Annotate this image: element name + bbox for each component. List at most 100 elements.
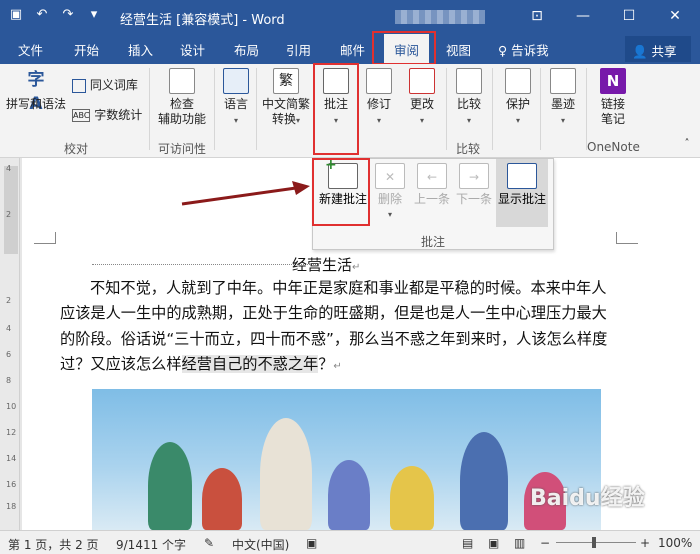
thesaurus-button[interactable]: 同义词库 [72, 78, 144, 93]
chevron-down-icon: ▾ [233, 116, 238, 125]
close-button[interactable]: ✕ [652, 0, 698, 34]
protect-label: 保护 [505, 97, 530, 111]
ribbon-tabs: 文件 开始 插入 设计 布局 引用 邮件 审阅 视图 ♀ 告诉我 [0, 34, 700, 64]
save-icon[interactable]: ▣ [8, 7, 24, 23]
word-count[interactable]: 9/1411 个字 [116, 536, 186, 553]
group-compare-label: 比较 [456, 142, 481, 156]
chevron-down-icon: ▾ [387, 210, 392, 219]
chevron-down-icon: ▾ [515, 116, 520, 125]
linked-notes-label-1: 链接 [600, 97, 625, 111]
web-layout-icon[interactable]: ▥ [514, 536, 525, 550]
ruler-number: 12 [6, 428, 17, 437]
comments-button-highlight [313, 63, 359, 155]
proofing-status-icon[interactable]: ✎ [204, 536, 214, 550]
word-count-icon: ABC [72, 109, 91, 122]
collapse-ribbon-icon[interactable]: ˄ [680, 136, 694, 151]
ribbon-review: 字A 拼写和语法 同义词库 ABC 字数统计 校对 检查 辅助功能 可访问性 语… [0, 63, 700, 158]
linked-notes-button[interactable]: N 链接 笔记 [592, 68, 634, 127]
tab-design[interactable]: 设计 [180, 40, 205, 59]
tab-tell-me[interactable]: ♀ 告诉我 [498, 40, 549, 59]
ink-button[interactable]: 墨迹 ▾ [545, 68, 581, 128]
delete-comment-button[interactable]: ✕ 删除 ▾ [373, 163, 407, 222]
tab-insert[interactable]: 插入 [128, 40, 153, 59]
show-comments-button[interactable]: 显示批注 [496, 159, 548, 227]
accessibility-icon [169, 68, 195, 94]
blurred-account-name [395, 10, 485, 24]
tab-home[interactable]: 开始 [74, 40, 99, 59]
check-accessibility-label-2: 辅助功能 [157, 112, 206, 126]
word-count-button[interactable]: ABC 字数统计 [72, 108, 144, 123]
person-figure [202, 468, 242, 530]
tab-layout[interactable]: 布局 [234, 40, 259, 59]
changes-label: 更改 [409, 97, 434, 111]
ink-label: 墨迹 [550, 97, 575, 111]
paragraph-text-end: ？ [318, 355, 334, 374]
spelling-icon: 字A [27, 70, 45, 114]
read-mode-icon[interactable]: ▤ [462, 536, 473, 550]
group-separator [214, 68, 215, 150]
minimize-button[interactable]: — [560, 0, 606, 34]
tell-me-label: 告诉我 [511, 43, 549, 58]
next-comment-button[interactable]: → 下一条 [455, 163, 493, 206]
zoom-level[interactable]: 100% [658, 536, 692, 550]
ruler-number: 16 [6, 480, 17, 489]
compare-label: 比较 [456, 97, 481, 111]
document-photo[interactable] [92, 389, 601, 530]
customize-qat-icon[interactable]: ▾ [86, 7, 102, 23]
ruler-number: 18 [6, 502, 17, 511]
thesaurus-icon [72, 78, 86, 93]
redo-icon[interactable]: ↷ [60, 7, 76, 23]
print-layout-icon[interactable]: ▣ [488, 536, 499, 550]
tab-view[interactable]: 视图 [446, 40, 471, 59]
chevron-down-icon: ▾ [376, 116, 381, 125]
ruler-number: 4 [6, 164, 12, 173]
zoom-slider-thumb[interactable] [592, 537, 596, 548]
ruler-number: 14 [6, 454, 17, 463]
zoom-out-button[interactable]: − [540, 536, 550, 550]
chinese-convert-label-1: 中文简繁 [261, 97, 310, 111]
compare-button[interactable]: 比较 ▾ [451, 68, 487, 128]
previous-comment-button[interactable]: ← 上一条 [413, 163, 451, 206]
tab-references[interactable]: 引用 [286, 40, 311, 59]
ruler-number: 4 [6, 324, 12, 333]
share-button[interactable]: 👤 共享 [625, 36, 691, 62]
chinese-convert-label-2: 转换 [271, 112, 296, 126]
person-figure [260, 418, 312, 530]
status-bar: 第 1 页，共 2 页 9/1411 个字 ✎ 中文(中国) ▣ ▤ ▣ ▥ −… [0, 530, 700, 554]
undo-icon[interactable]: ↶ [34, 7, 50, 23]
macro-icon[interactable]: ▣ [306, 536, 317, 550]
spelling-grammar-button[interactable]: 字A 拼写和语法 [4, 68, 68, 114]
maximize-button[interactable]: ☐ [606, 0, 652, 34]
tab-file[interactable]: 文件 [18, 40, 43, 59]
protect-button[interactable]: 保护 ▾ [500, 68, 536, 128]
tab-mailings[interactable]: 邮件 [340, 40, 365, 59]
paragraph-text: 不知不觉，人就到了中年。中年正是家庭和事业都是平稳的时候。本来中年人应该是人一生… [60, 279, 608, 374]
changes-button[interactable]: 更改 ▾ [405, 68, 439, 128]
next-comment-icon: → [459, 163, 489, 189]
zoom-in-button[interactable]: + [640, 536, 650, 550]
ribbon-display-options-icon[interactable]: ⊡ [514, 0, 560, 34]
track-changes-button[interactable]: 修订 ▾ [362, 68, 396, 128]
delete-comment-icon: ✕ [375, 163, 405, 189]
check-accessibility-label-1: 检查 [169, 97, 194, 111]
page-count[interactable]: 第 1 页，共 2 页 [8, 536, 99, 553]
watermark-text: Baidu经验 [530, 486, 645, 511]
group-separator [149, 68, 150, 150]
language-icon [223, 68, 249, 94]
language-status[interactable]: 中文(中国) [232, 536, 289, 553]
check-accessibility-button[interactable]: 检查 辅助功能 [154, 68, 210, 127]
previous-comment-icon: ← [417, 163, 447, 189]
document-title-text: 经营生活 [292, 256, 353, 274]
language-button[interactable]: 语言 ▾ [218, 68, 254, 128]
group-separator [540, 68, 541, 150]
ruler-number: 6 [6, 350, 12, 359]
annotation-arrow-icon [181, 181, 310, 206]
selected-text: 经营自己的不惑之年 [181, 355, 319, 374]
lock-icon [505, 68, 531, 94]
group-proofing-label: 校对 [64, 142, 89, 156]
zoom-slider[interactable] [556, 542, 636, 543]
person-figure [460, 432, 508, 530]
linked-notes-label-2: 笔记 [600, 112, 625, 126]
chinese-conversion-button[interactable]: 繁 中文简繁 转换▾ [258, 68, 314, 128]
document-paragraph[interactable]: 不知不觉，人就到了中年。中年正是家庭和事业都是平稳的时候。本来中年人应该是人一生… [60, 276, 620, 380]
